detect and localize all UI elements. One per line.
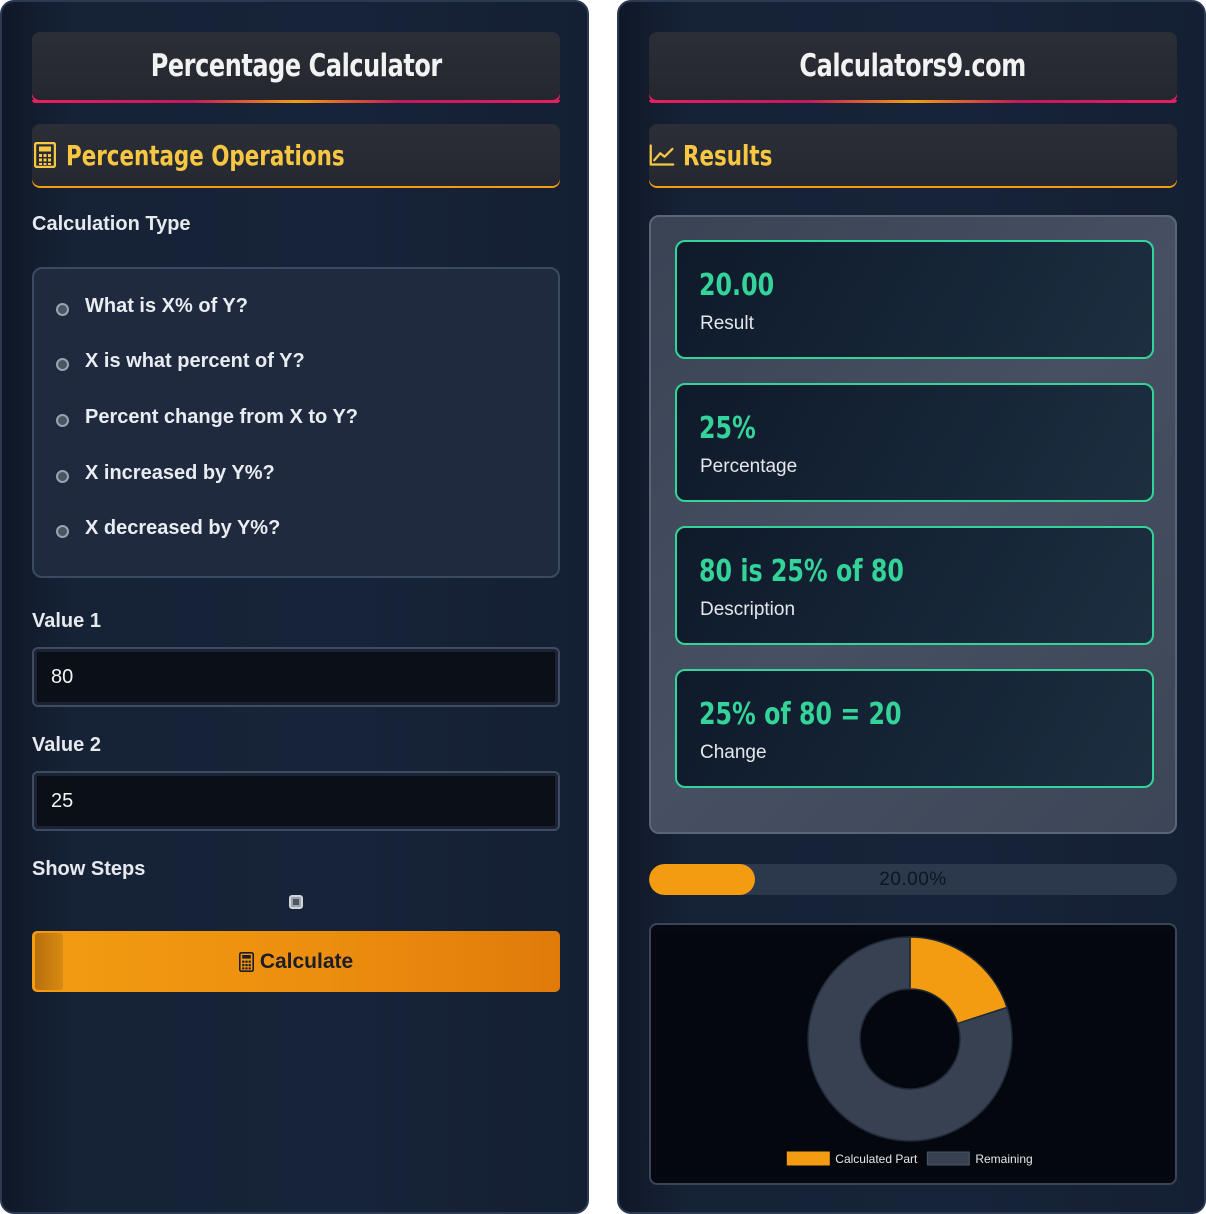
calculation-type-radio-group: What is X% of Y? X is what percent of Y?… — [32, 267, 560, 578]
legend-label[interactable]: Remaining — [975, 1152, 1032, 1166]
radio-option-x-what-percent-of-y[interactable]: X is what percent of Y? — [56, 350, 305, 373]
result-label: Result — [700, 313, 754, 334]
site-title: Calculators9.com — [799, 48, 1027, 84]
show-steps-label: Show Steps — [32, 858, 146, 880]
results-panel: Calculators9.com Results 20.00 Result 25… — [617, 0, 1206, 1214]
radio-option-decreased-by[interactable]: X decreased by Y%? — [56, 517, 280, 540]
calculate-button[interactable]: Calculate — [32, 931, 560, 992]
result-label: Description — [700, 599, 796, 620]
result-label: Change — [700, 742, 767, 763]
radio-button[interactable] — [56, 414, 69, 427]
page-title: Percentage Calculator — [150, 48, 442, 84]
radio-option-label: X increased by Y%? — [85, 462, 275, 484]
section-title: Percentage Operations — [66, 138, 345, 172]
calculation-type-label: Calculation Type — [32, 213, 191, 235]
result-label: Percentage — [700, 456, 798, 477]
radio-option-x-percent-of-y[interactable]: What is X% of Y? — [56, 295, 248, 318]
line-chart-icon — [649, 142, 675, 168]
result-value: 25% — [699, 411, 756, 446]
radio-button[interactable] — [56, 470, 69, 483]
value1-input[interactable]: 80 — [32, 647, 560, 707]
page-header: Percentage Calculator — [32, 32, 560, 103]
legend-swatch — [926, 1151, 970, 1166]
radio-button[interactable] — [56, 525, 69, 538]
result-card-change: 25% of 80 = 20 Change — [675, 669, 1154, 788]
calculator-icon — [32, 142, 58, 168]
legend-swatch — [786, 1151, 830, 1166]
doughnut-chart-container: Calculated Part Remaining — [649, 923, 1177, 1185]
result-card-description: 80 is 25% of 80 Description — [675, 526, 1154, 645]
result-card-percentage: 25% Percentage — [675, 383, 1154, 502]
value1-label: Value 1 — [32, 610, 101, 632]
result-card-result: 20.00 Result — [675, 240, 1154, 359]
radio-option-label: X is what percent of Y? — [85, 350, 305, 372]
progress-bar: 20.00% — [649, 864, 1177, 895]
calculator-panel: Percentage Calculator Percentage Operati… — [0, 0, 589, 1214]
radio-option-label: What is X% of Y? — [85, 295, 248, 317]
value2-label: Value 2 — [32, 734, 101, 756]
radio-option-increased-by[interactable]: X increased by Y%? — [56, 462, 275, 485]
progress-bar-text: 20.00% — [879, 868, 947, 890]
result-value: 80 is 25% of 80 — [699, 554, 904, 589]
calculator-icon — [238, 951, 254, 972]
radio-option-label: Percent change from X to Y? — [85, 406, 359, 428]
doughnut-chart: Calculated Part Remaining — [656, 931, 1170, 1177]
legend-label[interactable]: Calculated Part — [835, 1152, 918, 1166]
radio-button[interactable] — [56, 303, 69, 316]
result-value: 25% of 80 = 20 — [699, 697, 902, 732]
site-header: Calculators9.com — [649, 32, 1177, 103]
radio-option-percent-change[interactable]: Percent change from X to Y? — [56, 406, 358, 429]
value2-input[interactable]: 25 — [32, 771, 560, 831]
calculate-button-label: Calculate — [259, 949, 354, 973]
radio-button[interactable] — [56, 358, 69, 371]
results-container: 20.00 Result 25% Percentage 80 is 25% of… — [649, 215, 1177, 834]
show-steps-checkbox[interactable] — [289, 895, 303, 909]
radio-option-label: X decreased by Y%? — [85, 517, 281, 539]
result-value: 20.00 — [699, 268, 775, 303]
section-header-operations: Percentage Operations — [32, 124, 560, 186]
section-title: Results — [683, 138, 773, 172]
section-header-results: Results — [649, 124, 1177, 186]
